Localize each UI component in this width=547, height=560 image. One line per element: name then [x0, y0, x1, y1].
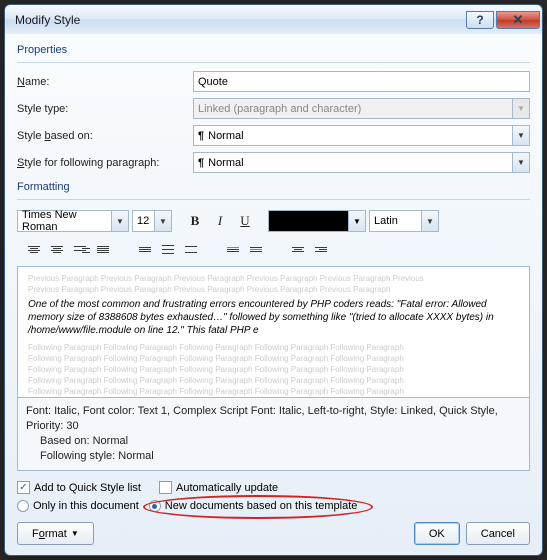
- only-this-document-radio[interactable]: Only in this document: [17, 500, 139, 512]
- auto-update-checkbox[interactable]: Automatically update: [159, 481, 278, 494]
- help-button[interactable]: ?: [466, 11, 494, 29]
- line-spacing-2-button[interactable]: [180, 238, 202, 260]
- font-color-combo[interactable]: ▼: [268, 210, 366, 232]
- chevron-down-icon[interactable]: ▼: [154, 211, 171, 231]
- paragraph-toolbar: [17, 238, 530, 260]
- color-swatch-icon: [269, 211, 348, 231]
- format-button[interactable]: Format▼: [17, 522, 94, 545]
- name-label: Name:: [17, 76, 187, 88]
- indent-dec-button[interactable]: [287, 238, 309, 260]
- chevron-down-icon: ▼: [512, 99, 529, 118]
- chevron-down-icon[interactable]: ▼: [111, 211, 128, 231]
- chevron-down-icon[interactable]: ▼: [421, 211, 438, 231]
- new-documents-template-radio[interactable]: New documents based on this template: [149, 500, 358, 512]
- style-summary: Font: Italic, Font color: Text 1, Comple…: [17, 398, 530, 471]
- based-on-label: Style based on:: [17, 130, 187, 142]
- pilcrow-icon: ¶: [198, 157, 204, 169]
- underline-button[interactable]: U: [234, 210, 256, 232]
- style-type-label: Style type:: [17, 103, 187, 115]
- chevron-down-icon[interactable]: ▼: [348, 211, 365, 231]
- formatting-toolbar: Times New Roman▼ 12▼ B I U ▼ Latin▼: [17, 210, 530, 232]
- bold-button[interactable]: B: [184, 210, 206, 232]
- name-input[interactable]: Quote: [193, 71, 530, 92]
- dialog-title: Modify Style: [15, 13, 464, 27]
- properties-group-label: Properties: [17, 44, 530, 56]
- font-size-combo[interactable]: 12▼: [132, 210, 172, 232]
- based-on-combo[interactable]: ¶ Normal ▼: [193, 125, 530, 146]
- line-spacing-1-button[interactable]: [134, 238, 156, 260]
- font-combo[interactable]: Times New Roman▼: [17, 210, 129, 232]
- style-type-combo: Linked (paragraph and character) ▼: [193, 98, 530, 119]
- space-before-dec-button[interactable]: [245, 238, 267, 260]
- titlebar[interactable]: Modify Style ? ✕: [5, 5, 542, 34]
- align-justify-button[interactable]: [92, 238, 114, 260]
- align-right-button[interactable]: [69, 238, 91, 260]
- following-label: Style for following paragraph:: [17, 157, 187, 169]
- chevron-down-icon[interactable]: ▼: [512, 126, 529, 145]
- preview-pane: Previous Paragraph Previous Paragraph Pr…: [17, 266, 530, 398]
- script-combo[interactable]: Latin▼: [369, 210, 439, 232]
- modify-style-dialog: Modify Style ? ✕ Properties Name: Quote …: [4, 4, 543, 556]
- chevron-down-icon: ▼: [71, 529, 79, 538]
- add-quick-style-checkbox[interactable]: ✓Add to Quick Style list: [17, 481, 141, 494]
- align-left-button[interactable]: [23, 238, 45, 260]
- indent-inc-button[interactable]: [310, 238, 332, 260]
- cancel-button[interactable]: Cancel: [466, 522, 530, 545]
- italic-button[interactable]: I: [209, 210, 231, 232]
- following-combo[interactable]: ¶ Normal ▼: [193, 152, 530, 173]
- align-center-button[interactable]: [46, 238, 68, 260]
- formatting-group-label: Formatting: [17, 181, 530, 193]
- pilcrow-icon: ¶: [198, 130, 204, 142]
- space-before-inc-button[interactable]: [222, 238, 244, 260]
- preview-sample-text: One of the most common and frustrating e…: [28, 298, 519, 337]
- close-button[interactable]: ✕: [496, 11, 540, 29]
- chevron-down-icon[interactable]: ▼: [512, 153, 529, 172]
- ok-button[interactable]: OK: [414, 522, 460, 545]
- line-spacing-15-button[interactable]: [157, 238, 179, 260]
